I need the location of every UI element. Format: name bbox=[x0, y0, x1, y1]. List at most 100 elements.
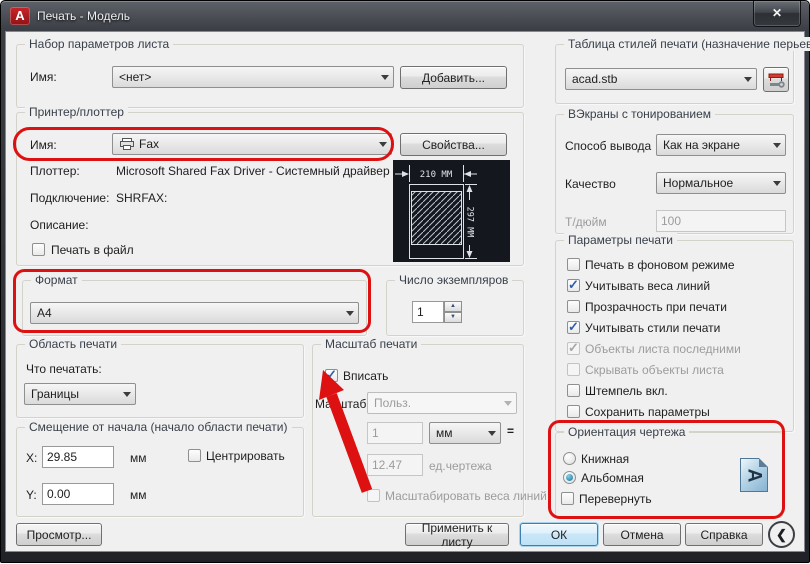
offset-group-label: Смещение от начала (начало области печат… bbox=[25, 420, 292, 434]
description-label: Описание: bbox=[30, 218, 89, 232]
check-icon: ✓ bbox=[568, 319, 579, 335]
scale-paper-units-input bbox=[367, 422, 423, 444]
collapse-chevron-icon: ❮ bbox=[776, 527, 787, 543]
add-button[interactable]: Добавить... bbox=[400, 66, 507, 89]
close-button[interactable]: ✕ bbox=[753, 1, 801, 27]
plot-area-group: Область печати bbox=[16, 344, 304, 418]
spin-down-icon: ▼ bbox=[450, 314, 456, 320]
quality-combobox[interactable]: Нормальное bbox=[656, 172, 786, 194]
scale-combobox: Польз. bbox=[367, 392, 517, 414]
plot-area-group-label: Область печати bbox=[25, 337, 121, 351]
paper-size-combobox[interactable]: A4 bbox=[30, 302, 359, 324]
offset-x-input[interactable] bbox=[42, 446, 114, 468]
pen-table-edit-icon bbox=[766, 71, 786, 89]
plot-scale-group-label: Масштаб печати bbox=[321, 337, 421, 351]
apply-to-layout-button[interactable]: Применить к листу bbox=[405, 523, 509, 546]
orientation-letter: A bbox=[744, 468, 763, 482]
dialog-body: Набор параметров листа Имя: <нет> Добави… bbox=[5, 31, 805, 552]
copies-spinner[interactable]: ▲ ▼ bbox=[444, 301, 462, 323]
scale-label: Масштаб: bbox=[315, 397, 370, 411]
offset-y-unit: мм bbox=[130, 488, 147, 502]
offset-x-label: X: bbox=[26, 451, 37, 465]
chevron-down-icon bbox=[342, 307, 358, 320]
paper-preview: 210 MM 297 MM bbox=[393, 160, 510, 262]
spin-up-icon: ▲ bbox=[450, 303, 456, 309]
collapse-options-button[interactable]: ❮ bbox=[768, 521, 795, 548]
scale-unit-combobox[interactable]: мм bbox=[429, 422, 501, 444]
style-table-edit-button[interactable] bbox=[763, 67, 789, 92]
portrait-radio[interactable] bbox=[563, 452, 576, 465]
help-button[interactable]: Справка bbox=[685, 523, 763, 546]
paper-height-dimension: 297 MM bbox=[465, 207, 475, 238]
spin-up-button[interactable]: ▲ bbox=[444, 301, 462, 312]
offset-y-input[interactable] bbox=[42, 483, 114, 505]
printer-name-label: Имя: bbox=[30, 138, 57, 152]
style-table-combobox[interactable]: acad.stb bbox=[565, 68, 757, 90]
check-icon: ✓ bbox=[568, 340, 579, 356]
landscape-label: Альбомная bbox=[581, 471, 644, 485]
close-icon: ✕ bbox=[772, 6, 782, 20]
chevron-down-icon bbox=[484, 427, 500, 440]
spin-down-button[interactable]: ▼ bbox=[444, 312, 462, 323]
paperspace-last-checkbox: ✓ bbox=[567, 342, 580, 355]
chevron-down-icon bbox=[375, 138, 391, 151]
printer-icon bbox=[119, 138, 135, 150]
shade-mode-label: Способ вывода bbox=[565, 139, 651, 153]
autocad-logo-icon: A bbox=[10, 7, 30, 25]
plot-upside-down-checkbox[interactable] bbox=[561, 492, 574, 505]
what-to-plot-label: Что печатать: bbox=[26, 362, 102, 376]
cancel-button[interactable]: Отмена bbox=[603, 523, 681, 546]
chevron-down-icon bbox=[500, 397, 516, 410]
quality-value: Нормальное bbox=[657, 176, 769, 190]
landscape-radio[interactable] bbox=[563, 471, 576, 484]
plot-transparency-checkbox[interactable] bbox=[567, 300, 580, 313]
plot-styles-checkbox[interactable]: ✓ bbox=[567, 321, 580, 334]
equals-sign: = bbox=[507, 424, 514, 438]
properties-button[interactable]: Свойства... bbox=[400, 133, 507, 156]
background-plot-label: Печать в фоновом режиме bbox=[585, 258, 735, 272]
portrait-label: Книжная bbox=[581, 452, 629, 466]
fit-to-paper-label: Вписать bbox=[343, 369, 388, 383]
paperspace-last-label: Объекты листа последними bbox=[585, 342, 741, 356]
ok-button[interactable]: ОК bbox=[520, 523, 598, 546]
plot-styles-label: Учитывать стили печати bbox=[585, 321, 720, 335]
shade-mode-combobox[interactable]: Как на экране bbox=[656, 134, 786, 156]
fit-to-paper-checkbox[interactable]: ✓ bbox=[325, 369, 338, 382]
window-title: Печать - Модель bbox=[37, 9, 130, 23]
copies-input[interactable] bbox=[412, 301, 444, 323]
scale-unit-value: мм bbox=[430, 426, 484, 440]
preview-button[interactable]: Просмотр... bbox=[16, 523, 102, 546]
paper-width-dimension: 210 MM bbox=[420, 170, 453, 180]
hide-paperspace-checkbox bbox=[567, 363, 580, 376]
preview-button-label: Просмотр... bbox=[27, 528, 92, 542]
page-setup-group-label: Набор параметров листа bbox=[25, 37, 173, 51]
center-plot-checkbox[interactable] bbox=[188, 449, 201, 462]
center-plot-label: Центрировать bbox=[206, 449, 285, 463]
check-icon: ✓ bbox=[326, 367, 337, 383]
save-changes-checkbox[interactable] bbox=[567, 405, 580, 418]
page-setup-name-combobox[interactable]: <нет> bbox=[112, 66, 394, 88]
help-button-label: Справка bbox=[700, 528, 747, 542]
cancel-button-label: Отмена bbox=[620, 528, 663, 542]
titlebar[interactable]: A Печать - Модель ✕ bbox=[1, 1, 809, 31]
plot-stamp-checkbox[interactable] bbox=[567, 384, 580, 397]
plot-area-combobox[interactable]: Границы bbox=[24, 383, 136, 405]
plot-lineweights-checkbox[interactable]: ✓ bbox=[567, 279, 580, 292]
chevron-down-icon bbox=[769, 177, 785, 190]
plotter-value: Microsoft Shared Fax Driver - Системный … bbox=[116, 164, 392, 178]
scale-drawing-units-input bbox=[367, 454, 423, 476]
page-setup-name-label: Имя: bbox=[30, 70, 57, 84]
plotter-label: Плоттер: bbox=[30, 164, 80, 178]
plot-lineweights-label: Учитывать веса линий bbox=[585, 279, 710, 293]
orientation-paper-icon: A bbox=[740, 458, 768, 492]
page-setup-name-value: <нет> bbox=[113, 70, 377, 84]
shaded-viewport-group-label: ВЭкраны с тонированием bbox=[564, 107, 715, 121]
print-to-file-checkbox[interactable] bbox=[32, 243, 45, 256]
printer-name-combobox[interactable]: Fax bbox=[112, 133, 392, 155]
chevron-down-icon bbox=[377, 71, 393, 84]
dpi-label: Т/дюйм bbox=[565, 215, 607, 229]
background-plot-checkbox[interactable] bbox=[567, 258, 580, 271]
chevron-down-icon bbox=[769, 139, 785, 152]
scale-lineweights-label: Масштабировать веса линий bbox=[385, 489, 547, 503]
printer-group-label: Принтер/плоттер bbox=[25, 105, 128, 119]
